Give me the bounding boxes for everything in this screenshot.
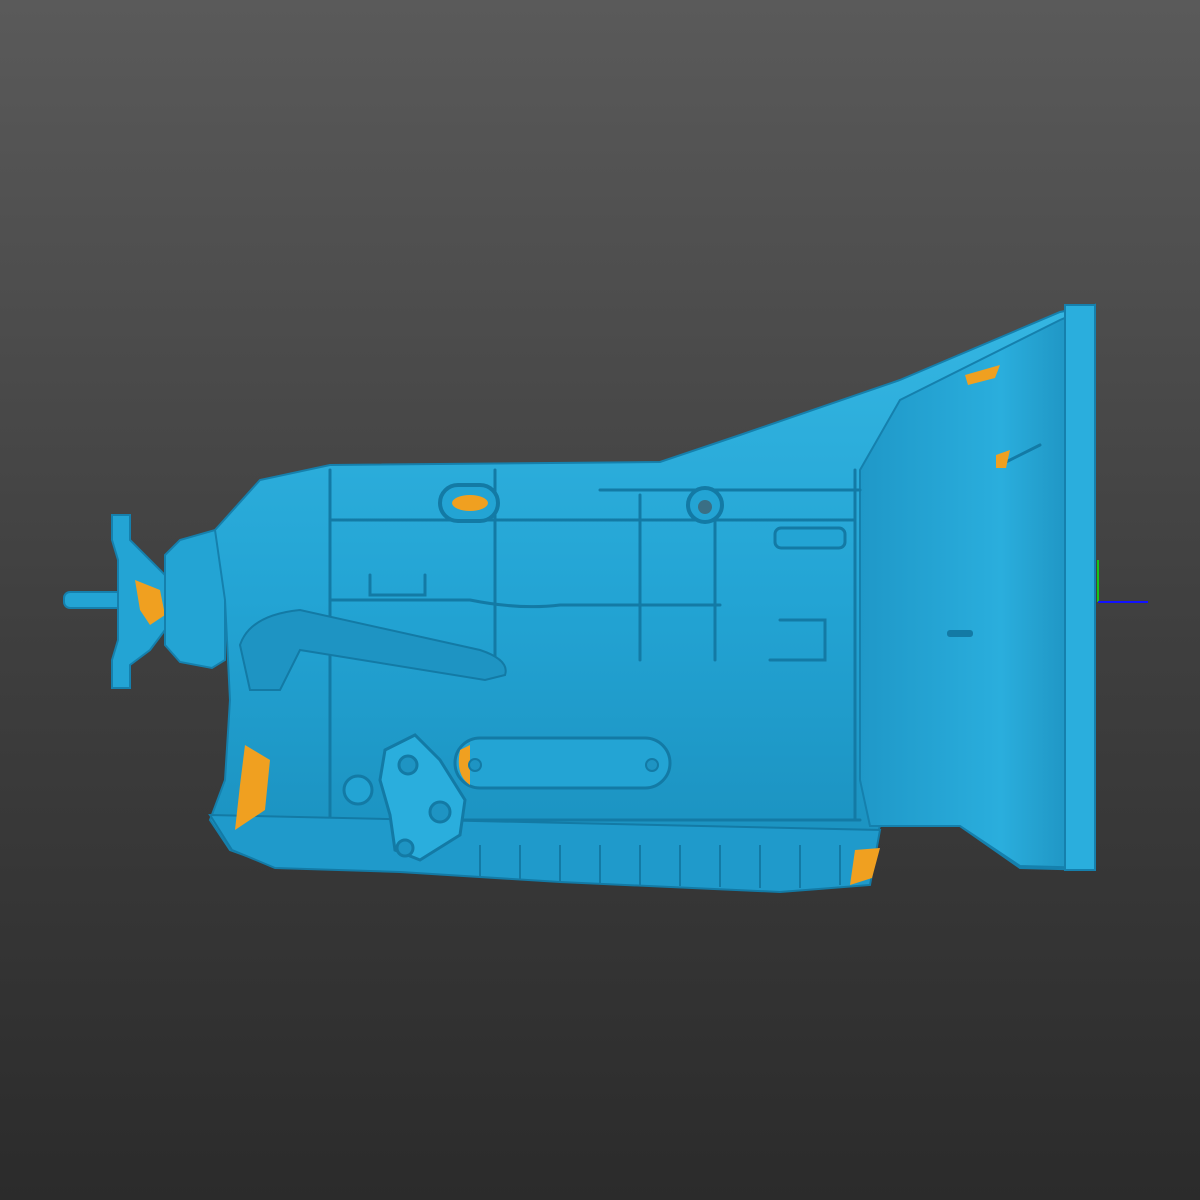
linkage-bolt-2 (428, 800, 452, 824)
mount-pad (453, 736, 672, 790)
tail-housing (164, 528, 226, 670)
pan-end-backface (850, 848, 880, 885)
linkage-bolt-1 (397, 754, 419, 776)
bell-flange (1064, 304, 1096, 871)
case-window (773, 526, 847, 550)
mount-hole-right (645, 758, 659, 772)
axis-triad (1097, 560, 1148, 603)
bell-small-slot (947, 630, 973, 637)
linkage-bolt-3 (395, 838, 415, 858)
3d-viewport[interactable] (0, 0, 1200, 1200)
linkage-pivot (342, 774, 374, 806)
breather-port-hole (698, 500, 712, 514)
transmission-model[interactable] (63, 303, 1096, 894)
scene-canvas[interactable] (0, 0, 1200, 1200)
mount-hole-left (468, 758, 482, 772)
vent-slot-opening (452, 495, 488, 511)
